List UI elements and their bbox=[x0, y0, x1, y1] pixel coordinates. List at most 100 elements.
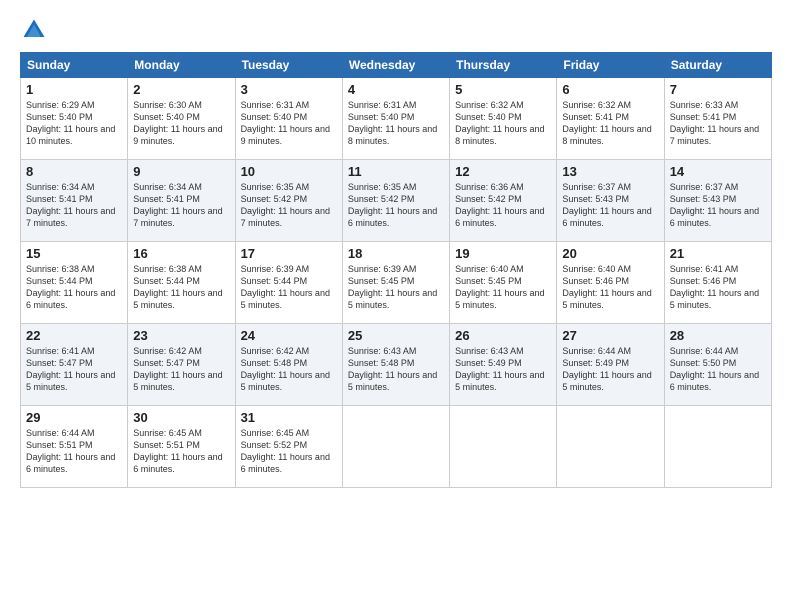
calendar-header-cell: Wednesday bbox=[342, 53, 449, 78]
calendar-day-cell: 13 Sunrise: 6:37 AMSunset: 5:43 PMDaylig… bbox=[557, 160, 664, 242]
day-number: 20 bbox=[562, 246, 658, 261]
cell-info: Sunrise: 6:44 AMSunset: 5:49 PMDaylight:… bbox=[562, 345, 658, 394]
calendar-day-cell bbox=[557, 406, 664, 488]
day-number: 7 bbox=[670, 82, 766, 97]
calendar-week-row: 22 Sunrise: 6:41 AMSunset: 5:47 PMDaylig… bbox=[21, 324, 772, 406]
calendar-day-cell: 12 Sunrise: 6:36 AMSunset: 5:42 PMDaylig… bbox=[450, 160, 557, 242]
cell-info: Sunrise: 6:42 AMSunset: 5:47 PMDaylight:… bbox=[133, 345, 229, 394]
cell-info: Sunrise: 6:37 AMSunset: 5:43 PMDaylight:… bbox=[562, 181, 658, 230]
calendar-week-row: 8 Sunrise: 6:34 AMSunset: 5:41 PMDayligh… bbox=[21, 160, 772, 242]
calendar-day-cell: 18 Sunrise: 6:39 AMSunset: 5:45 PMDaylig… bbox=[342, 242, 449, 324]
calendar-day-cell: 14 Sunrise: 6:37 AMSunset: 5:43 PMDaylig… bbox=[664, 160, 771, 242]
calendar-day-cell: 24 Sunrise: 6:42 AMSunset: 5:48 PMDaylig… bbox=[235, 324, 342, 406]
cell-info: Sunrise: 6:38 AMSunset: 5:44 PMDaylight:… bbox=[133, 263, 229, 312]
calendar-day-cell: 2 Sunrise: 6:30 AMSunset: 5:40 PMDayligh… bbox=[128, 78, 235, 160]
cell-info: Sunrise: 6:45 AMSunset: 5:51 PMDaylight:… bbox=[133, 427, 229, 476]
cell-info: Sunrise: 6:43 AMSunset: 5:49 PMDaylight:… bbox=[455, 345, 551, 394]
day-number: 21 bbox=[670, 246, 766, 261]
calendar-day-cell: 29 Sunrise: 6:44 AMSunset: 5:51 PMDaylig… bbox=[21, 406, 128, 488]
calendar-day-cell: 26 Sunrise: 6:43 AMSunset: 5:49 PMDaylig… bbox=[450, 324, 557, 406]
day-number: 18 bbox=[348, 246, 444, 261]
cell-info: Sunrise: 6:35 AMSunset: 5:42 PMDaylight:… bbox=[348, 181, 444, 230]
header bbox=[20, 16, 772, 44]
day-number: 14 bbox=[670, 164, 766, 179]
day-number: 5 bbox=[455, 82, 551, 97]
calendar-header-cell: Tuesday bbox=[235, 53, 342, 78]
calendar-body: 1 Sunrise: 6:29 AMSunset: 5:40 PMDayligh… bbox=[21, 78, 772, 488]
calendar-day-cell: 3 Sunrise: 6:31 AMSunset: 5:40 PMDayligh… bbox=[235, 78, 342, 160]
day-number: 2 bbox=[133, 82, 229, 97]
cell-info: Sunrise: 6:43 AMSunset: 5:48 PMDaylight:… bbox=[348, 345, 444, 394]
calendar-day-cell bbox=[450, 406, 557, 488]
calendar-day-cell: 9 Sunrise: 6:34 AMSunset: 5:41 PMDayligh… bbox=[128, 160, 235, 242]
day-number: 17 bbox=[241, 246, 337, 261]
calendar-week-row: 29 Sunrise: 6:44 AMSunset: 5:51 PMDaylig… bbox=[21, 406, 772, 488]
day-number: 15 bbox=[26, 246, 122, 261]
calendar-day-cell: 28 Sunrise: 6:44 AMSunset: 5:50 PMDaylig… bbox=[664, 324, 771, 406]
day-number: 9 bbox=[133, 164, 229, 179]
logo-icon bbox=[20, 16, 48, 44]
day-number: 4 bbox=[348, 82, 444, 97]
calendar-day-cell: 11 Sunrise: 6:35 AMSunset: 5:42 PMDaylig… bbox=[342, 160, 449, 242]
cell-info: Sunrise: 6:44 AMSunset: 5:50 PMDaylight:… bbox=[670, 345, 766, 394]
cell-info: Sunrise: 6:38 AMSunset: 5:44 PMDaylight:… bbox=[26, 263, 122, 312]
calendar-day-cell: 4 Sunrise: 6:31 AMSunset: 5:40 PMDayligh… bbox=[342, 78, 449, 160]
cell-info: Sunrise: 6:39 AMSunset: 5:44 PMDaylight:… bbox=[241, 263, 337, 312]
cell-info: Sunrise: 6:33 AMSunset: 5:41 PMDaylight:… bbox=[670, 99, 766, 148]
cell-info: Sunrise: 6:29 AMSunset: 5:40 PMDaylight:… bbox=[26, 99, 122, 148]
calendar-header-cell: Thursday bbox=[450, 53, 557, 78]
cell-info: Sunrise: 6:31 AMSunset: 5:40 PMDaylight:… bbox=[241, 99, 337, 148]
calendar-day-cell: 8 Sunrise: 6:34 AMSunset: 5:41 PMDayligh… bbox=[21, 160, 128, 242]
cell-info: Sunrise: 6:30 AMSunset: 5:40 PMDaylight:… bbox=[133, 99, 229, 148]
day-number: 25 bbox=[348, 328, 444, 343]
calendar-week-row: 1 Sunrise: 6:29 AMSunset: 5:40 PMDayligh… bbox=[21, 78, 772, 160]
day-number: 3 bbox=[241, 82, 337, 97]
cell-info: Sunrise: 6:32 AMSunset: 5:40 PMDaylight:… bbox=[455, 99, 551, 148]
day-number: 11 bbox=[348, 164, 444, 179]
day-number: 30 bbox=[133, 410, 229, 425]
page: SundayMondayTuesdayWednesdayThursdayFrid… bbox=[0, 0, 792, 612]
calendar-day-cell: 1 Sunrise: 6:29 AMSunset: 5:40 PMDayligh… bbox=[21, 78, 128, 160]
calendar-header-cell: Saturday bbox=[664, 53, 771, 78]
day-number: 29 bbox=[26, 410, 122, 425]
day-number: 31 bbox=[241, 410, 337, 425]
cell-info: Sunrise: 6:37 AMSunset: 5:43 PMDaylight:… bbox=[670, 181, 766, 230]
cell-info: Sunrise: 6:44 AMSunset: 5:51 PMDaylight:… bbox=[26, 427, 122, 476]
calendar-week-row: 15 Sunrise: 6:38 AMSunset: 5:44 PMDaylig… bbox=[21, 242, 772, 324]
calendar-day-cell: 30 Sunrise: 6:45 AMSunset: 5:51 PMDaylig… bbox=[128, 406, 235, 488]
calendar-day-cell: 31 Sunrise: 6:45 AMSunset: 5:52 PMDaylig… bbox=[235, 406, 342, 488]
calendar-day-cell bbox=[664, 406, 771, 488]
calendar-day-cell: 17 Sunrise: 6:39 AMSunset: 5:44 PMDaylig… bbox=[235, 242, 342, 324]
cell-info: Sunrise: 6:35 AMSunset: 5:42 PMDaylight:… bbox=[241, 181, 337, 230]
calendar-day-cell: 20 Sunrise: 6:40 AMSunset: 5:46 PMDaylig… bbox=[557, 242, 664, 324]
day-number: 13 bbox=[562, 164, 658, 179]
day-number: 1 bbox=[26, 82, 122, 97]
calendar-day-cell: 15 Sunrise: 6:38 AMSunset: 5:44 PMDaylig… bbox=[21, 242, 128, 324]
calendar-header-cell: Sunday bbox=[21, 53, 128, 78]
calendar-header-cell: Monday bbox=[128, 53, 235, 78]
cell-info: Sunrise: 6:34 AMSunset: 5:41 PMDaylight:… bbox=[133, 181, 229, 230]
day-number: 23 bbox=[133, 328, 229, 343]
day-number: 22 bbox=[26, 328, 122, 343]
day-number: 24 bbox=[241, 328, 337, 343]
day-number: 16 bbox=[133, 246, 229, 261]
calendar-day-cell: 21 Sunrise: 6:41 AMSunset: 5:46 PMDaylig… bbox=[664, 242, 771, 324]
day-number: 28 bbox=[670, 328, 766, 343]
calendar-day-cell: 16 Sunrise: 6:38 AMSunset: 5:44 PMDaylig… bbox=[128, 242, 235, 324]
calendar-day-cell: 10 Sunrise: 6:35 AMSunset: 5:42 PMDaylig… bbox=[235, 160, 342, 242]
calendar-day-cell: 6 Sunrise: 6:32 AMSunset: 5:41 PMDayligh… bbox=[557, 78, 664, 160]
calendar-day-cell: 7 Sunrise: 6:33 AMSunset: 5:41 PMDayligh… bbox=[664, 78, 771, 160]
calendar-day-cell: 19 Sunrise: 6:40 AMSunset: 5:45 PMDaylig… bbox=[450, 242, 557, 324]
day-number: 10 bbox=[241, 164, 337, 179]
cell-info: Sunrise: 6:31 AMSunset: 5:40 PMDaylight:… bbox=[348, 99, 444, 148]
calendar-header-row: SundayMondayTuesdayWednesdayThursdayFrid… bbox=[21, 53, 772, 78]
cell-info: Sunrise: 6:34 AMSunset: 5:41 PMDaylight:… bbox=[26, 181, 122, 230]
day-number: 27 bbox=[562, 328, 658, 343]
day-number: 6 bbox=[562, 82, 658, 97]
cell-info: Sunrise: 6:32 AMSunset: 5:41 PMDaylight:… bbox=[562, 99, 658, 148]
day-number: 26 bbox=[455, 328, 551, 343]
day-number: 8 bbox=[26, 164, 122, 179]
cell-info: Sunrise: 6:40 AMSunset: 5:46 PMDaylight:… bbox=[562, 263, 658, 312]
calendar-day-cell: 27 Sunrise: 6:44 AMSunset: 5:49 PMDaylig… bbox=[557, 324, 664, 406]
cell-info: Sunrise: 6:39 AMSunset: 5:45 PMDaylight:… bbox=[348, 263, 444, 312]
